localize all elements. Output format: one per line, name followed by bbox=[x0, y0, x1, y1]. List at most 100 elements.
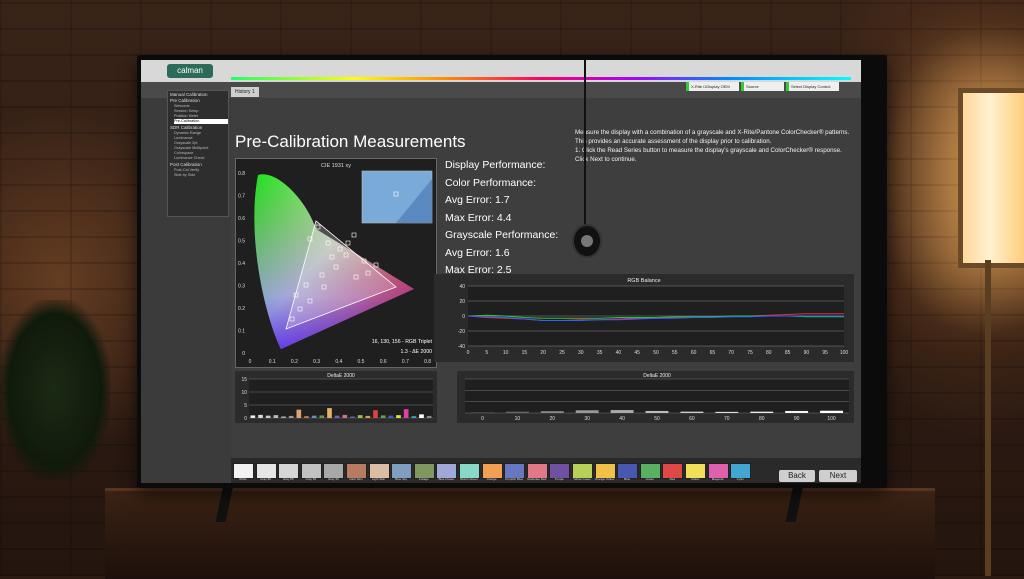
grayscale-bar bbox=[575, 410, 599, 413]
grayscale-bar bbox=[540, 411, 564, 413]
deltae-bar bbox=[281, 416, 286, 418]
deltae-bar bbox=[304, 416, 309, 418]
cie-x-tick: 0.8 bbox=[424, 359, 431, 365]
grayscale-bar bbox=[610, 410, 634, 413]
grayscale-deltae-panel: DeltaE 2000 0 10 20 30 40 50 60 70 80 90 100 bbox=[457, 371, 854, 423]
x-tick-label: 100 bbox=[840, 350, 849, 356]
x-tick-label: 70 bbox=[728, 350, 734, 356]
deltae-bar bbox=[265, 415, 271, 418]
swatch-label: Purple bbox=[555, 477, 564, 481]
cie-y-tick: 0.6 bbox=[238, 216, 245, 222]
swatch-label: Gray 65 bbox=[282, 477, 294, 481]
color-deltae-title: DeltaE 2000 bbox=[327, 373, 355, 379]
cie-x-tick: 0.1 bbox=[269, 359, 276, 365]
deltae-bar bbox=[411, 416, 417, 418]
section-manual-calibration: Manual Calibration bbox=[170, 92, 208, 97]
instruction-line: Click Next to continue. bbox=[575, 156, 637, 163]
cie-y-tick: 0.7 bbox=[238, 194, 245, 200]
meter-dropdown[interactable]: X-Rite i1Display OEM bbox=[686, 82, 739, 91]
y-tick-label: 5 bbox=[244, 403, 247, 409]
grayscale-bar bbox=[820, 410, 843, 413]
deltae-bar bbox=[373, 410, 378, 418]
deltae-bar bbox=[319, 415, 325, 418]
deltae-bar bbox=[334, 415, 340, 418]
swatch-label: Dark Skin bbox=[349, 477, 363, 481]
swatch-label: Blue bbox=[624, 477, 631, 481]
cie-x-tick: 0.3 bbox=[313, 359, 320, 365]
deltae-bar bbox=[296, 409, 302, 418]
calman-logo: calman bbox=[167, 64, 213, 78]
tab-history[interactable]: History 1 bbox=[231, 87, 259, 97]
floor-lamp bbox=[958, 88, 1024, 268]
color-deltae-panel: DeltaE 2000 15 10 5 0 bbox=[235, 371, 437, 423]
swatch-label: Blue Flower bbox=[438, 477, 455, 481]
y-tick-label: 40 bbox=[459, 284, 465, 290]
x-tick-label: 75 bbox=[747, 350, 753, 356]
source-dropdown[interactable]: Source bbox=[741, 82, 784, 91]
deltae-bar bbox=[380, 415, 386, 418]
workflow-sidebar: Manual Calibration Pre Calibration Welco… bbox=[167, 90, 229, 217]
color-performance-label: Color Performance: bbox=[445, 176, 537, 189]
color-deltae-chart: DeltaE 2000 15 10 5 0 bbox=[241, 373, 433, 422]
cie-y-tick: 0.2 bbox=[238, 306, 245, 312]
cie-x-tick: 0.4 bbox=[335, 359, 342, 365]
swatch-label: Magenta bbox=[711, 477, 724, 481]
deltae-bar bbox=[388, 415, 394, 418]
cie-triplet: 16, 130, 156 - RGB Triplet bbox=[372, 339, 433, 345]
next-button[interactable]: Next bbox=[819, 470, 857, 482]
deltae-bar bbox=[350, 416, 355, 418]
color-point-target bbox=[345, 240, 351, 246]
deltae-bar bbox=[403, 409, 409, 418]
x-tick-label: 50 bbox=[654, 416, 660, 422]
grayscale-deltae-chart: DeltaE 2000 0 10 20 30 40 50 60 70 80 90 100 bbox=[465, 373, 849, 422]
cie-delta: 1.3 - ΔE 2000 bbox=[401, 349, 433, 355]
deltae-bar bbox=[396, 415, 401, 418]
x-tick-label: 30 bbox=[584, 416, 590, 422]
swatch-label: Yellow Green bbox=[573, 477, 591, 481]
swatch-label: Bluish Green bbox=[460, 477, 478, 481]
y-tick-label: 15 bbox=[241, 377, 247, 383]
grayscale-bar bbox=[645, 410, 669, 413]
sidebar-item-luminance-check[interactable]: Luminance Check bbox=[174, 156, 228, 161]
cie-x-tick: 0.5 bbox=[358, 359, 365, 365]
deltae-bar bbox=[327, 408, 332, 418]
display-performance-label: Display Performance: bbox=[445, 159, 546, 171]
back-button[interactable]: Back bbox=[779, 470, 815, 482]
app-title-bar: calman bbox=[141, 60, 861, 82]
instruction-line: This provides an accurate assessment of … bbox=[575, 138, 772, 145]
performance-summary: Display Performance: Color Performance: … bbox=[445, 157, 558, 280]
cie-y-tick: 0.8 bbox=[238, 171, 245, 177]
y-tick-label: -40 bbox=[458, 344, 465, 350]
y-tick-label: 0 bbox=[244, 416, 247, 422]
x-tick-label: 20 bbox=[549, 416, 555, 422]
section-sdr-calibration: SDR Calibration bbox=[170, 125, 203, 130]
cie-x-tick: 0.2 bbox=[291, 359, 298, 365]
grayscale-avg-error: Avg Error: 1.6 bbox=[445, 246, 510, 259]
y-tick-label: 20 bbox=[459, 299, 465, 305]
plant bbox=[0, 300, 110, 480]
x-tick-label: 95 bbox=[822, 350, 828, 356]
deltae-bar bbox=[311, 415, 317, 418]
plot-area bbox=[465, 379, 849, 413]
grayscale-bar bbox=[505, 411, 529, 413]
grayscale-performance-label: Grayscale Performance: bbox=[445, 229, 559, 241]
sidebar-item-side-by-side[interactable]: Side by Side bbox=[174, 173, 228, 178]
color-max-error: Max Error: 4.4 bbox=[445, 211, 512, 224]
deltae-bar bbox=[250, 415, 256, 418]
swatch-label: Blue Sky bbox=[395, 477, 408, 481]
sidebar-item-pre-calibration[interactable]: Pre-Calibration bbox=[174, 119, 228, 124]
deltae-bar bbox=[426, 415, 432, 418]
rgb-balance-title: RGB Balance bbox=[627, 278, 660, 284]
display-control-dropdown[interactable]: Select Display Control bbox=[786, 82, 839, 91]
grayscale-bar bbox=[471, 412, 494, 413]
instruction-line: Measure the display with a combination o… bbox=[575, 129, 850, 136]
x-tick-label: 80 bbox=[766, 350, 772, 356]
instructions: Measure the display with a combination o… bbox=[575, 128, 861, 164]
swatch-label: Moderate Red bbox=[527, 477, 547, 481]
x-tick-label: 35 bbox=[597, 350, 603, 356]
x-tick-label: 25 bbox=[559, 350, 565, 356]
swatch-label: Purplish Blue bbox=[505, 477, 524, 481]
swatch-label: Gray 50 bbox=[305, 477, 317, 481]
cie-y-tick: 0.1 bbox=[238, 329, 245, 335]
x-tick-label: 40 bbox=[619, 416, 625, 422]
